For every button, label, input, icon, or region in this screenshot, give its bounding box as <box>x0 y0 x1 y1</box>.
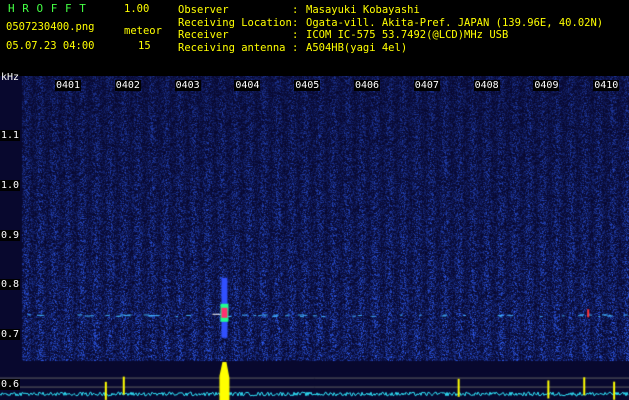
y-tick-label: 0.9 <box>0 229 21 241</box>
y-tick-label: 0.7 <box>0 329 21 341</box>
x-tick-label: 0401 <box>55 80 82 91</box>
station-info: Observer: Masayuki Kobayashi Receiving Lo… <box>178 4 624 54</box>
info-separator: : <box>292 4 299 16</box>
y-tick-label: 1.0 <box>0 179 21 191</box>
info-key: Receiving antenna <box>178 41 286 54</box>
x-tick-label: 0410 <box>593 80 620 91</box>
x-tick-label: 0409 <box>533 80 560 91</box>
info-key: Observer <box>178 4 229 16</box>
hroft-window: H R O F F T 1.00 0507230400.png meteor 0… <box>0 0 629 400</box>
y-tick-label: 1.1 <box>0 129 21 141</box>
meteor-count: 15 <box>138 40 151 52</box>
info-separator: : <box>292 16 299 29</box>
observation-datetime: 05.07.23 04:00 <box>6 40 95 52</box>
y-tick-label: 0.8 <box>0 279 21 291</box>
y-axis-unit-label: kHz <box>1 72 20 83</box>
y-tick-label: 0.6 <box>0 379 21 391</box>
x-tick-label: 0406 <box>354 80 381 91</box>
x-tick-label: 0402 <box>114 80 141 91</box>
app-title: H R O F F T <box>8 2 87 15</box>
info-value: Ogata-vill. Akita-Pref. JAPAN (139.96E, … <box>306 16 604 29</box>
info-row-receiver: Receiver: ICOM IC-575 53.7492(@LCD)MHz US… <box>178 29 624 42</box>
info-value: ICOM IC-575 53.7492(@LCD)MHz USB <box>306 29 509 41</box>
info-separator: : <box>292 29 299 41</box>
info-key: Receiving Location <box>178 16 292 29</box>
x-tick-label: 0407 <box>413 80 440 91</box>
spectrogram-panel: kHz 0401 0402 0403 0404 0405 0406 0407 0408 0409… <box>0 72 629 400</box>
info-key: Receiver <box>178 29 229 41</box>
info-row-antenna: Receiving antenna: A504HB(yagi 4el) <box>178 42 624 55</box>
file-name: 0507230400.png <box>6 21 95 33</box>
info-row-location: Receiving Location: Ogata-vill. Akita-Pre… <box>178 17 624 30</box>
info-separator: : <box>292 41 299 54</box>
app-version: 1.00 <box>124 3 150 15</box>
info-value: A504HB(yagi 4el) <box>306 41 408 54</box>
spectrogram-canvas <box>0 76 629 400</box>
info-row-observer: Observer: Masayuki Kobayashi <box>178 4 624 17</box>
x-tick-label: 0405 <box>294 80 321 91</box>
x-tick-label: 0404 <box>234 80 261 91</box>
meteor-label: meteor <box>124 25 162 37</box>
x-tick-label: 0408 <box>473 80 500 91</box>
info-value: Masayuki Kobayashi <box>306 4 420 16</box>
x-tick-label: 0403 <box>174 80 201 91</box>
